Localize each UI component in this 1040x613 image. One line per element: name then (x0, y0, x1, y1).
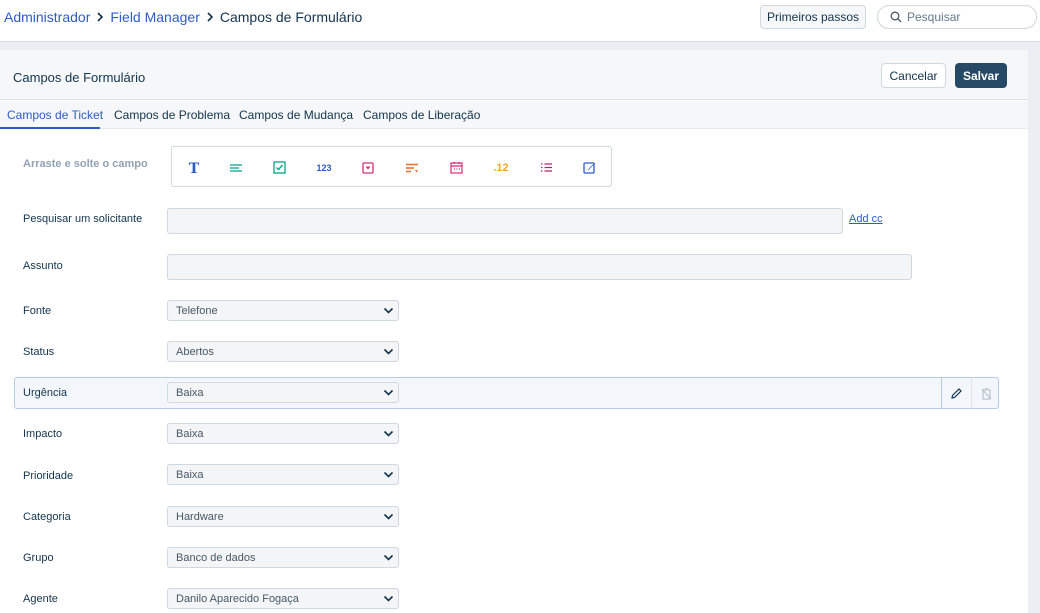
subject-input[interactable] (167, 254, 912, 280)
drag-drop-label: Arraste e solte o campo (23, 158, 148, 170)
cancel-button[interactable]: Cancelar (881, 63, 946, 88)
breadcrumb-administrador[interactable]: Administrador (4, 9, 90, 25)
field-label-categoria: Categoria (23, 511, 71, 523)
number-icon[interactable]: 123 (309, 147, 339, 188)
field-label-status: Status (23, 346, 55, 358)
field-type-toolbar: T 123 .12 (171, 146, 612, 187)
select-value: Telefone (176, 304, 218, 317)
breadcrumb: Administrador Field Manager Campos de Fo… (4, 9, 362, 25)
chevron-down-icon (383, 430, 394, 437)
requester-label: Pesquisar um solicitante (23, 213, 143, 225)
panel-header: Campos de Formulário Cancelar Salvar (0, 50, 1028, 100)
field-label-agente: Agente (23, 593, 58, 605)
svg-text:T: T (189, 161, 200, 175)
tab-release-fields[interactable]: Campos de Liberação (363, 108, 480, 122)
breadcrumb-current: Campos de Formulário (219, 9, 363, 25)
select-categoria[interactable]: Hardware (167, 506, 399, 527)
decimal-icon[interactable]: .12 (486, 147, 516, 188)
tabs: Campos de Ticket Campos de Problema Camp… (0, 101, 1028, 129)
dropdown-icon[interactable] (353, 147, 383, 188)
chevron-right-icon (206, 10, 214, 25)
field-actions (941, 377, 999, 409)
field-label-fonte: Fonte (23, 305, 52, 317)
multi-select-icon[interactable] (531, 147, 561, 188)
tab-problem-fields[interactable]: Campos de Problema (114, 108, 230, 122)
edit-field-button[interactable] (942, 377, 971, 409)
requester-input[interactable] (167, 208, 843, 234)
select-agente[interactable]: Danilo Aparecido Fogaça (167, 588, 399, 609)
delete-field-button[interactable] (971, 377, 1000, 409)
content-field-icon[interactable] (574, 147, 604, 188)
subject-label: Assunto (23, 260, 63, 272)
paragraph-icon[interactable] (221, 147, 251, 188)
chevron-down-icon (383, 471, 394, 478)
trash-disabled-icon (981, 387, 991, 400)
active-tab-indicator (0, 127, 100, 129)
select-value: Baixa (176, 386, 204, 399)
selected-field-row[interactable] (14, 377, 999, 409)
date-icon[interactable] (441, 147, 471, 188)
search-input[interactable] (907, 10, 1027, 24)
select-status[interactable]: Abertos (167, 341, 399, 362)
search-box[interactable] (877, 5, 1037, 29)
select-urgencia[interactable]: Baixa (167, 382, 399, 403)
select-value: Danilo Aparecido Fogaça (176, 592, 299, 605)
chevron-down-icon (383, 513, 394, 520)
select-value: Baixa (176, 468, 204, 481)
text-field-icon[interactable]: T (179, 147, 209, 188)
page-title: Campos de Formulário (13, 70, 146, 85)
top-bar: Administrador Field Manager Campos de Fo… (0, 0, 1040, 42)
pencil-icon (951, 387, 962, 399)
tab-ticket-fields[interactable]: Campos de Ticket (7, 108, 103, 122)
field-label-urgencia: Urgência (23, 387, 68, 399)
form-fields-panel: Campos de Formulário Cancelar Salvar Cam… (0, 50, 1028, 613)
chevron-right-icon (96, 10, 104, 25)
breadcrumb-field-manager[interactable]: Field Manager (110, 9, 200, 25)
chevron-down-icon (383, 307, 394, 314)
dependent-field-icon[interactable] (397, 147, 427, 188)
chevron-down-icon (383, 348, 394, 355)
getting-started-button[interactable]: Primeiros passos (760, 5, 866, 29)
select-value: Banco de dados (176, 551, 256, 564)
search-icon (890, 11, 902, 23)
save-button[interactable]: Salvar (955, 63, 1007, 88)
tab-change-fields[interactable]: Campos de Mudança (239, 108, 353, 122)
checkbox-icon[interactable] (264, 147, 294, 188)
chevron-down-icon (383, 554, 394, 561)
select-value: Abertos (176, 345, 214, 358)
select-fonte[interactable]: Telefone (167, 300, 399, 321)
select-value: Baixa (176, 427, 204, 440)
select-value: Hardware (176, 510, 224, 523)
chevron-down-icon (383, 595, 394, 602)
select-impacto[interactable]: Baixa (167, 423, 399, 444)
add-cc-link[interactable]: Add cc (849, 213, 883, 225)
chevron-down-icon (383, 389, 394, 396)
field-label-grupo: Grupo (23, 552, 54, 564)
page-scrollbar[interactable] (1028, 50, 1040, 613)
field-label-impacto: Impacto (23, 428, 63, 440)
field-label-prioridade: Prioridade (23, 470, 74, 482)
select-grupo[interactable]: Banco de dados (167, 547, 399, 568)
select-prioridade[interactable]: Baixa (167, 464, 399, 485)
